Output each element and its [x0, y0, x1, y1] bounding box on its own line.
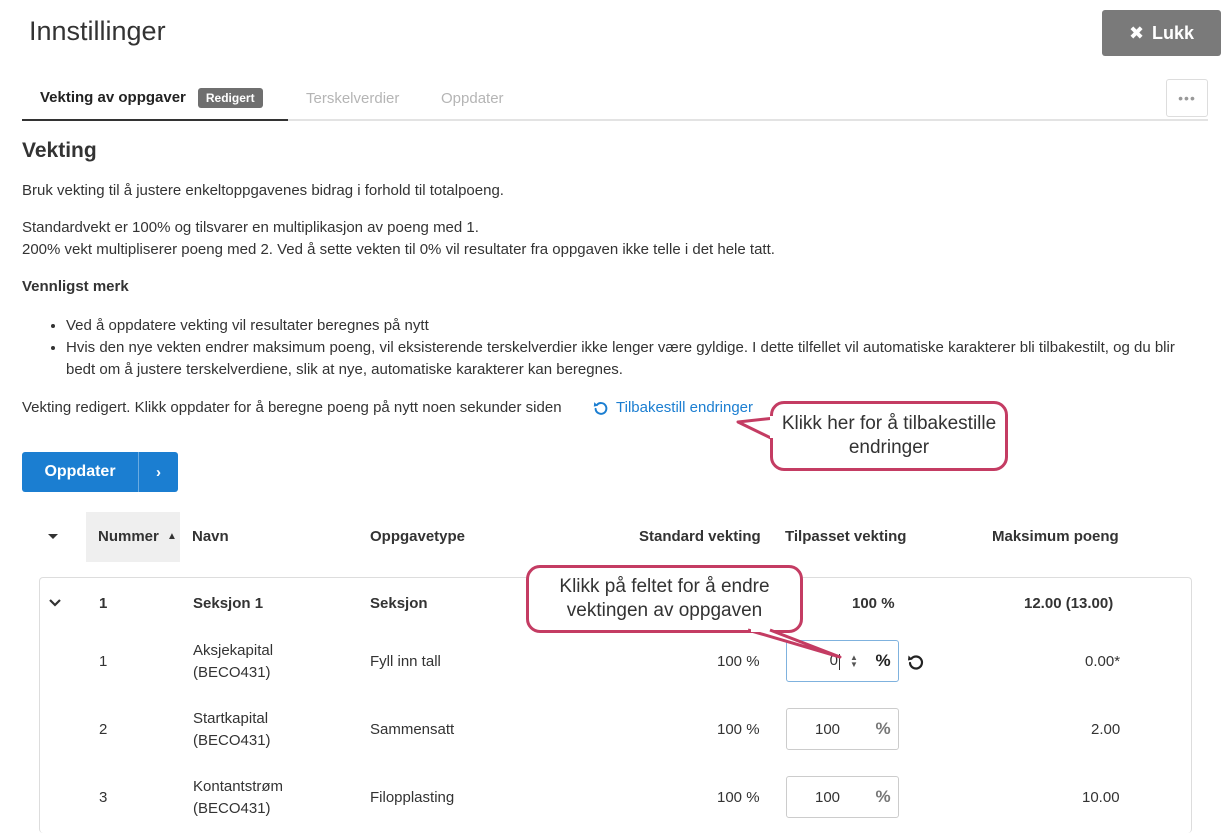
tab-weighting-label: Vekting av oppgaver	[40, 89, 186, 106]
update-button-label: Oppdater	[44, 463, 116, 480]
close-icon: ✖	[1128, 23, 1145, 43]
row-name-title: Startkapital	[193, 710, 269, 727]
row-standard-weight: 100 %	[717, 789, 760, 806]
row-max-points: 2.00	[1091, 721, 1121, 738]
standard-weight-line-1: Standardvekt er 100% og tilsvarer en mul…	[22, 219, 479, 236]
row-number: 2	[99, 721, 108, 738]
column-header-name: Navn	[192, 528, 229, 545]
column-header-custom-weight: Tilpasset vekting	[785, 528, 907, 545]
reset-changes-link[interactable]: Tilbakestill endringer	[592, 397, 753, 419]
row-standard-weight: 100 %	[717, 721, 760, 738]
row-number: 3	[99, 789, 108, 806]
column-header-max-points: Maksimum poeng	[992, 528, 1119, 545]
note-item: Hvis den nye vekten endrer maksimum poen…	[66, 337, 1208, 381]
row-max-points: 10.00	[1082, 789, 1120, 806]
section-custom-weight: 100 %	[852, 595, 895, 612]
column-header-standard-weight: Standard vekting	[639, 528, 761, 545]
custom-weight-value: 100	[814, 788, 841, 806]
custom-weight-input[interactable]: 100 %	[786, 708, 899, 750]
row-name: Kontantstrøm (BECO431)	[193, 776, 283, 820]
standard-weight-line-2: 200% vekt multipliserer poeng med 2. Ved…	[22, 241, 775, 258]
section-type: Seksjon	[370, 595, 428, 612]
note-item: Ved å oppdatere vekting vil resultater b…	[66, 315, 1208, 337]
tab-weighting[interactable]: Vekting av oppgaver Redigert	[22, 76, 288, 121]
row-type: Fyll inn tall	[370, 653, 441, 670]
row-number: 1	[99, 653, 108, 670]
update-button[interactable]: Oppdater ›	[22, 452, 178, 492]
edited-badge: Redigert	[197, 87, 263, 108]
undo-row-icon[interactable]	[906, 652, 926, 672]
close-button-label: Lukk	[1152, 22, 1195, 43]
row-name-code: (BECO431)	[193, 664, 271, 681]
section-name: Seksjon 1	[193, 595, 264, 612]
edit-status-text: Vekting redigert. Klikk oppdater for å b…	[22, 399, 562, 416]
column-header-number[interactable]: Nummer ▲	[98, 527, 177, 547]
note-list: Ved å oppdatere vekting vil resultater b…	[48, 315, 1208, 381]
chevron-down-icon[interactable]	[48, 598, 62, 608]
row-name-title: Aksjekapital	[193, 642, 274, 659]
more-options-button[interactable]: •••	[1166, 79, 1208, 117]
custom-weight-input[interactable]: 100 %	[786, 776, 899, 818]
percent-sign: %	[875, 651, 891, 670]
row-name: Aksjekapital (BECO431)	[193, 640, 273, 684]
row-name: Startkapital (BECO431)	[193, 708, 271, 752]
standard-weight-text: Standardvekt er 100% og tilsvarer en mul…	[22, 217, 775, 261]
custom-weight-value: 100	[814, 720, 841, 738]
percent-sign: %	[875, 787, 891, 806]
tab-bar: Vekting av oppgaver Redigert Terskelverd…	[22, 76, 1208, 121]
tab-update[interactable]: Oppdater	[441, 76, 504, 120]
close-button[interactable]: ✖ Lukk	[1102, 10, 1221, 56]
section-max-points: 12.00 (13.00)	[1024, 595, 1114, 612]
percent-sign: %	[875, 719, 891, 738]
column-header-number-label: Nummer	[98, 528, 159, 545]
row-type: Filopplasting	[370, 789, 455, 806]
callout-pointer-field	[747, 625, 842, 659]
tooltip-edit-weight: Klikk på feltet for å endre vektingen av…	[526, 565, 803, 633]
row-max-points: 0.00*	[1085, 653, 1121, 670]
row-name-code: (BECO431)	[193, 732, 271, 749]
column-header-type: Oppgavetype	[370, 528, 466, 545]
collapse-all-icon[interactable]	[46, 531, 60, 541]
sort-ascending-icon: ▲	[167, 531, 177, 542]
section-number: 1	[99, 595, 108, 612]
callout-pointer-reset-mask	[770, 416, 778, 438]
page-title: Innstillinger	[29, 16, 166, 46]
section-heading: Vekting	[22, 139, 97, 162]
tab-thresholds[interactable]: Terskelverdier	[306, 76, 399, 120]
row-name-code: (BECO431)	[193, 800, 271, 817]
note-heading: Vennligst merk	[22, 278, 129, 295]
tooltip-reset-changes: Klikk her for å tilbakestille endringer	[770, 401, 1008, 471]
chevron-right-icon: ›	[138, 452, 178, 492]
undo-icon	[593, 402, 608, 415]
intro-text: Bruk vekting til å justere enkeltoppgave…	[22, 182, 504, 199]
row-name-title: Kontantstrøm	[193, 778, 284, 795]
row-type: Sammensatt	[370, 721, 455, 738]
